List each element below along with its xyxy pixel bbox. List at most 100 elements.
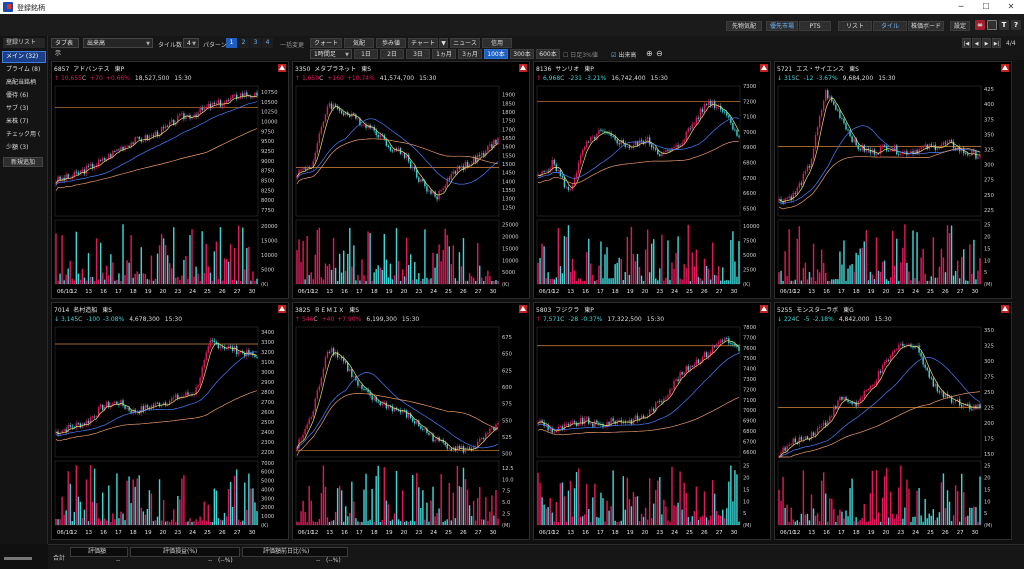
period-600-button[interactable]: 600本 <box>536 49 560 59</box>
settings-button[interactable]: 設定 <box>950 21 970 31</box>
pattern-1-button[interactable]: 1 <box>226 38 237 48</box>
volume-bar <box>150 255 153 284</box>
candlestick-chart[interactable]: 425400375350325300275250225252015105(M)0… <box>775 62 1013 300</box>
volume-bar <box>233 475 236 525</box>
next-page-button[interactable]: ▶ <box>982 38 991 48</box>
volume-bar <box>140 247 142 284</box>
maximize-button[interactable]: ☐ <box>975 0 997 14</box>
sidebar-header[interactable]: 登録リスト <box>3 38 45 48</box>
text-icon[interactable]: T <box>999 20 1009 30</box>
pattern-3-button[interactable]: 3 <box>250 38 261 48</box>
prev-page-button[interactable]: ◀ <box>972 38 981 48</box>
candlestick-chart[interactable]: 7300720071007000690068006700660065001000… <box>534 62 772 300</box>
y-tick-label: 550 <box>502 418 512 424</box>
candlestick-chart[interactable]: 7800770076007500740073007200710070006900… <box>534 303 772 541</box>
volume-bar <box>726 279 728 284</box>
period-300-button[interactable]: 300本 <box>510 49 534 59</box>
stock-chart-tile[interactable]: 5255 モンスターラボ 東G ↓ 224C -5 -2.18% 4,842,000 15:3… <box>774 302 1012 540</box>
tile-view-button[interactable]: タイル <box>873 21 907 31</box>
candle-body <box>642 415 645 418</box>
sidebar-item-prime[interactable]: プライム (8) <box>3 65 45 75</box>
pattern-4-button[interactable]: 4 <box>262 38 273 48</box>
first-page-button[interactable]: |◀ <box>962 38 971 48</box>
x-tick-label: 23 <box>415 289 422 295</box>
volume-bar <box>849 488 851 525</box>
volume-bar <box>112 262 114 284</box>
candle-body <box>209 340 212 347</box>
candlestick-chart[interactable]: 350325300275250225200175150252015105(M)0… <box>775 303 1013 541</box>
sidebar-scrollbar[interactable] <box>4 557 32 560</box>
stock-chart-tile[interactable]: 7014 名村造船 東S ↓ 3,145C -100 -3.08% 4,678,300 15:… <box>51 302 289 540</box>
sort-select[interactable]: 出来高 ▼ <box>83 38 153 48</box>
daily-3pct-checkbox[interactable]: ☐ 日足3%値 <box>563 50 598 59</box>
pattern-2-button[interactable]: 2 <box>238 38 249 48</box>
candlestick-chart[interactable]: 1900185018001750170016501600155015001450… <box>293 62 531 300</box>
list-view-button[interactable]: リスト <box>838 21 872 31</box>
pts-button[interactable]: PTS <box>799 21 831 31</box>
candle-body <box>722 109 724 112</box>
sidebar-item-main[interactable]: メイン (32) <box>2 51 46 63</box>
sidebar-item-yutai[interactable]: 優待 (6) <box>3 91 45 101</box>
link-icon[interactable]: ∞ <box>975 20 985 30</box>
sidebar-item-check[interactable]: チェック用 ( <box>3 130 45 140</box>
futures-quote-button[interactable]: 先物気配 <box>726 21 762 31</box>
period-1d-button[interactable]: 1日 <box>354 49 378 59</box>
volume-bar <box>353 245 355 284</box>
stock-chart-tile[interactable]: 3825 ＲＥＭＩＸ 東S ↑ 546C +40 +7.90% 6,199,300 15:30… <box>292 302 530 540</box>
interval-select[interactable]: 1時間足 ▼ <box>310 49 352 59</box>
last-page-button[interactable]: ▶| <box>992 38 1001 48</box>
period-2d-button[interactable]: 2日 <box>380 49 404 59</box>
tab-news[interactable]: ニュース <box>450 38 480 48</box>
candle-body <box>302 434 304 439</box>
stock-chart-tile[interactable]: 5721 エス・サイエンス 東S ↓ 315C -12 -3.67% 9,684,200 15… <box>774 61 1012 299</box>
sidebar-item-high-dividend[interactable]: 高配当銘柄 <box>3 78 45 88</box>
y-tick-label: 6700 <box>743 439 756 445</box>
ma-long-line <box>55 128 258 191</box>
candle-body <box>79 423 82 428</box>
stock-board-button[interactable]: 株価ボード <box>908 21 944 31</box>
stock-chart-tile[interactable]: 6857 アドバンテス 東P ↑ 10,655C +70 +0.66% 18,527,500… <box>51 61 289 299</box>
zoom-out-icon[interactable]: ⊖ <box>656 49 663 58</box>
close-button[interactable]: ✕ <box>1000 0 1022 14</box>
priority-market-button[interactable]: 優先市場 <box>766 21 798 31</box>
chart-menu-dropdown[interactable]: ▼ <box>439 38 448 48</box>
period-3d-button[interactable]: 3日 <box>406 49 430 59</box>
candle-body <box>612 136 614 137</box>
candle-body <box>361 124 363 126</box>
tab-margin[interactable]: 信用 <box>482 38 512 48</box>
tab-chart[interactable]: チャート <box>408 38 438 48</box>
stock-chart-tile[interactable]: 5803 フジクラ 東P ↑ 7,571C -28 -0.37% 17,322,500 15:… <box>533 302 771 540</box>
volume-checkbox[interactable]: ☑ 出来高 <box>611 50 636 59</box>
stock-chart-tile[interactable]: 8136 サンリオ 東P ↑ 6,968C -231 -3.21% 16,742,400 15… <box>533 61 771 299</box>
volume-bar <box>841 511 843 525</box>
tab-tick[interactable]: 歩み値 <box>376 38 406 48</box>
stock-chart-tile[interactable]: 3350 メタプラネット 東S ↑ 1,650C +160 +10.74% 41,574,7… <box>292 61 530 299</box>
candlestick-chart[interactable]: 3400330032003100300029002800270026002500… <box>52 303 290 541</box>
y-tick-label: 350 <box>984 132 994 138</box>
sidebar-item-small[interactable]: 少額 (3) <box>3 143 45 153</box>
candle-body <box>859 149 861 151</box>
candle-body <box>479 155 481 156</box>
period-1m-button[interactable]: 1ヵ月 <box>432 49 456 59</box>
sidebar-item-sub[interactable]: サブ (3) <box>3 104 45 114</box>
sidebar-item-us-stocks[interactable]: 米株 (7) <box>3 117 45 127</box>
zoom-in-icon[interactable]: ⊕ <box>646 49 653 58</box>
volume-bar <box>606 500 608 525</box>
candle-body <box>699 108 702 119</box>
add-list-button[interactable]: 新規追加 <box>3 157 43 167</box>
help-icon[interactable]: ? <box>1011 20 1021 30</box>
period-100-button[interactable]: 100本 <box>484 49 508 59</box>
period-3m-button[interactable]: 3ヵ月 <box>458 49 482 59</box>
window-icon[interactable] <box>987 20 997 30</box>
tile-count-select[interactable]: 4 ▼ <box>183 38 199 48</box>
tab-display-toggle[interactable]: タブ表示 <box>51 38 79 57</box>
tab-quote[interactable]: クォート <box>310 38 342 48</box>
minimize-button[interactable]: ─ <box>950 0 972 14</box>
candle-body <box>458 166 461 169</box>
volume-bar <box>879 521 882 525</box>
candlestick-chart[interactable]: 1075010500102501000097509500925090008750… <box>52 62 290 300</box>
candle-body <box>187 392 189 395</box>
tab-order-book[interactable]: 気配 <box>344 38 374 48</box>
candlestick-chart[interactable]: 67565062560057555052550012.510.07.55.02.… <box>293 303 531 541</box>
volume-bars <box>537 224 740 284</box>
